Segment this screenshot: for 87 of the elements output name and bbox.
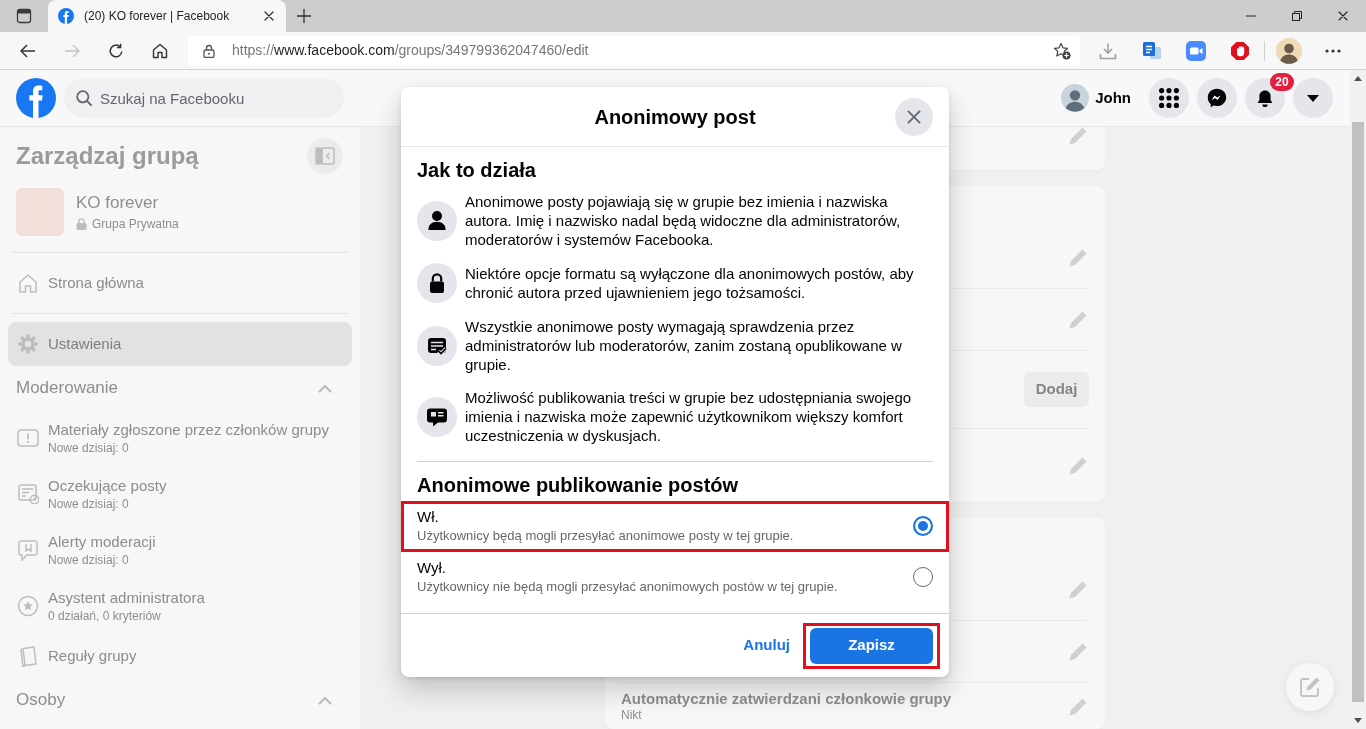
window-icon[interactable] [16,8,32,24]
radio-option[interactable]: Wł. Użytkownicy będą mogli przesyłać anonimowe posty w tej grupie. [401,501,949,552]
nav-item[interactable]: Alerty moderacji Nowe dzisiaj: 0 [0,522,360,578]
home-icon[interactable] [152,42,168,59]
notification-badge: 20 [1270,73,1294,91]
alert-icon [17,429,39,447]
person-icon [417,200,457,241]
lock-icon [203,43,215,58]
close-icon[interactable] [264,11,274,21]
chat-bubble-icon [1207,88,1227,108]
panel-icon [315,147,335,165]
scrollbar-thumb[interactable] [1352,122,1364,702]
back-arrow-icon[interactable] [20,43,36,58]
nav-item[interactable]: Reguły grupy [0,634,360,678]
item-subtitle: 0 działań, 0 kryteriów [48,608,162,624]
star-add-icon[interactable] [1053,41,1071,60]
nav-item[interactable]: Asystent administratora 0 działań, 0 kryteriów [0,578,360,634]
address-bar[interactable]: https://www.facebook.com/groups/349799362047460/edit [188,35,1080,66]
grid-icon [1159,88,1179,108]
profile-link[interactable]: John [1061,84,1131,112]
radio-button[interactable] [913,516,933,536]
scroll-up-icon[interactable] [1354,76,1362,81]
close-icon [907,109,921,124]
video-camera-icon[interactable] [1186,40,1206,61]
section-heading: Jak to działa [417,158,537,182]
bookmark-bubble-icon [18,539,38,561]
item-subtitle: Nowe dzisiaj: 0 [48,552,130,568]
compose-icon [1299,676,1321,698]
info-text: Niektóre opcje formatu są wyłączone dla anonimowych postów, aby chronić autora przed ujawnieniem jego tożsamości. [465,264,915,302]
avatar-icon[interactable] [1276,37,1302,64]
section-heading: Anonimowe publikowanie postów [417,473,740,497]
option-description: Użytkownicy będą mogli przesyłać anonimowe posty w tej grupie. [417,527,795,545]
chat-button[interactable] [1197,78,1237,118]
caret-down-icon [1307,94,1319,102]
nav-item[interactable]: Ustawienia [8,322,352,366]
book-icon [18,645,38,667]
nav-item[interactable]: Materiały zgłoszone przez członków grupy Nowe dzisiaj: 0 [0,410,360,466]
info-text: Wszystkie anonimowe posty wymagają sprawdzenia przez administratorów lub moderatorów, zanim zostaną opublikowane w grupie. [465,317,903,374]
group-privacy: Grupa Prywatna [92,216,179,232]
save-button[interactable]: Zapisz [810,627,933,664]
section-title: Moderowanie [16,377,119,400]
more-icon[interactable] [1325,48,1341,53]
panel-toggle-button[interactable] [307,138,343,174]
group-name[interactable]: KO forever [76,192,179,214]
nav-item[interactable]: Strona główna [8,261,352,305]
setting-value: Nikt [621,707,643,723]
item-subtitle: Nowe dzisiaj: 0 [48,496,130,512]
stop-hand-icon[interactable] [1231,41,1249,60]
account-button[interactable] [1293,78,1333,118]
restore-icon[interactable] [1292,11,1302,21]
logo-icon[interactable] [16,78,56,118]
checklist-icon [417,325,457,366]
lock-icon [417,263,457,303]
search-icon [76,90,92,106]
home-icon [19,273,37,293]
browser-tab[interactable]: (20) KO forever | Facebook [48,0,286,32]
documents-icon[interactable] [1143,42,1161,59]
document-clock-icon [17,484,39,504]
settings-icon [18,334,38,354]
plus-icon[interactable] [297,9,311,23]
lock-icon [76,218,87,230]
star-badge-icon [17,595,39,617]
nav-item[interactable]: Oczekujące posty Nowe dzisiaj: 0 [0,466,360,522]
item-subtitle: Nowe dzisiaj: 0 [48,440,130,456]
option-description: Użytkownicy nie będą mogli przesyłać anonimowych postów w tej grupie. [417,578,839,596]
menu-button[interactable] [1149,78,1189,118]
download-icon[interactable] [1099,41,1117,60]
section-title: Osoby [16,689,66,712]
reload-icon[interactable] [108,42,124,59]
radio-button[interactable] [913,567,933,587]
dialog-title: Anonimowy post [593,104,757,129]
search-field[interactable]: Szukaj na Facebooku [64,78,344,118]
group-photo-placeholder [16,188,64,236]
add-button[interactable]: Dodaj [1024,372,1089,407]
info-text: Anonimowe posty pojawiają się w grupie bez imienia i nazwiska autora. Imię i nazwisko nadal będą widoczne dla administratorów, moderatorów i systemów Facebooka. [465,192,902,249]
logo-icon [58,8,74,24]
message-icon [417,396,457,437]
close-icon[interactable] [1338,11,1348,21]
sidebar-title: Zarządzaj grupą [16,141,199,171]
avatar-icon [1061,84,1090,112]
cancel-link[interactable]: Anuluj [743,634,790,657]
bell-icon [1255,88,1275,108]
close-button[interactable] [895,97,933,136]
radio-option[interactable]: Wył. Użytkownicy nie będą mogli przesyłać anonimowych postów w tej grupie. [401,552,949,603]
setting-title: Automatycznie zatwierdzani członkowie grupy [621,691,952,707]
scroll-down-icon[interactable] [1354,718,1362,723]
info-text: Możliwość publikowania treści w grupie bez udostępniania swojego imienia i nazwiska może zapewnić użytkownikom większy komfort uczestniczenia w dyskusjach. [465,388,913,445]
